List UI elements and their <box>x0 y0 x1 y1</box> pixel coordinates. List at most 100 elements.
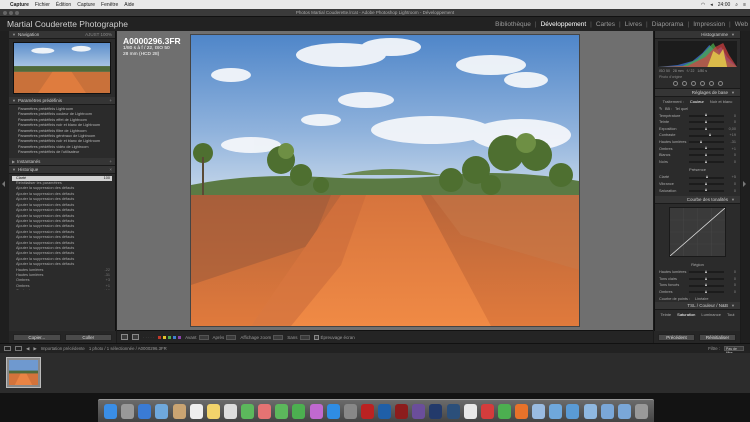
module-cartes[interactable]: Cartes <box>596 21 615 28</box>
color-label-red[interactable] <box>158 335 162 339</box>
slider-knob[interactable] <box>705 113 707 117</box>
before-dropdown[interactable] <box>198 334 209 340</box>
dock-item[interactable] <box>549 403 563 419</box>
slider-track[interactable] <box>689 289 724 294</box>
add-preset-icon[interactable]: + <box>109 98 112 103</box>
search-icon[interactable]: ⌕ <box>735 2 738 8</box>
menu-edition[interactable]: Édition <box>56 2 71 8</box>
dock-item[interactable] <box>532 403 546 419</box>
dock-item[interactable] <box>275 403 289 419</box>
menu-fenetre[interactable]: Fenêtre <box>101 2 118 8</box>
module-bibliotheque[interactable]: Bibliothèque <box>495 21 531 28</box>
module-impression[interactable]: Impression <box>693 21 725 28</box>
menu-capture[interactable]: Capture <box>77 2 95 8</box>
filmstrip-source[interactable]: Importation précédente <box>41 346 85 351</box>
slider-value[interactable]: +1 <box>726 147 736 152</box>
nav-forward-icon[interactable]: ▶ <box>33 346 36 352</box>
right-panel-toggle[interactable] <box>741 31 750 343</box>
menu-fichier[interactable]: Fichier <box>35 2 50 8</box>
slider-track[interactable] <box>689 119 724 124</box>
dock-item[interactable] <box>360 403 374 419</box>
before-after-view-icon[interactable] <box>132 334 139 340</box>
menu-aide[interactable]: Aide <box>124 2 134 8</box>
dock-item[interactable] <box>343 403 357 419</box>
slider-track[interactable] <box>689 146 724 150</box>
slider-knob[interactable] <box>705 289 707 293</box>
white-balance-dropdown[interactable]: Tel quel <box>675 107 688 112</box>
slideshow-dropdown[interactable] <box>299 334 310 340</box>
navigator-zoom-options[interactable]: AJUST 100% <box>85 32 112 37</box>
slider-knob[interactable] <box>708 133 711 137</box>
preset-folder[interactable]: Paramètres prédéfinis de l'utilisateur <box>12 150 112 155</box>
rating-stars[interactable]: · · · · · <box>143 335 154 340</box>
dock-item[interactable] <box>497 403 511 419</box>
histogram-header[interactable]: Histogramme ▼ <box>655 31 740 39</box>
dock-item[interactable] <box>600 403 614 419</box>
filter-dropdown[interactable]: Pas de filtre <box>724 346 744 355</box>
dock-item[interactable] <box>617 403 631 419</box>
slider-value[interactable]: 0 <box>726 182 736 187</box>
color-label-yellow[interactable] <box>163 335 167 339</box>
slider-track[interactable] <box>689 139 724 144</box>
slider-knob[interactable] <box>706 175 709 179</box>
zoom-dropdown[interactable] <box>273 334 284 340</box>
slider-track[interactable] <box>689 283 724 287</box>
slider-knob[interactable] <box>705 283 707 287</box>
treatment-color[interactable]: Couleur <box>690 99 704 104</box>
slider-knob[interactable] <box>705 276 707 280</box>
navigator-header[interactable]: ▼ Navigation AJUST 100% <box>9 31 115 39</box>
identity-plate[interactable]: Martial Couderette Photographe <box>0 19 128 29</box>
dock-item[interactable] <box>446 403 460 419</box>
clock[interactable]: 24:00 <box>718 2 731 8</box>
wifi-icon[interactable]: ◠ <box>701 2 705 8</box>
dock-item[interactable] <box>480 403 494 419</box>
dock-item[interactable] <box>121 403 135 419</box>
dock-item[interactable] <box>172 403 186 419</box>
slider-knob[interactable] <box>699 139 702 143</box>
second-window-icon[interactable] <box>15 346 22 351</box>
filmstrip-thumbnail[interactable] <box>6 357 41 388</box>
dock-item[interactable] <box>326 403 340 419</box>
slider-value[interactable]: 0 <box>726 189 736 194</box>
dock-item[interactable] <box>463 403 477 419</box>
color-label-green[interactable] <box>168 335 172 339</box>
spot-removal-tool-icon[interactable] <box>681 81 687 86</box>
dock-item[interactable] <box>292 403 306 419</box>
adjustment-brush-icon[interactable] <box>717 81 723 86</box>
slider-track[interactable] <box>689 276 724 281</box>
preset-folder[interactable]: Paramètres prédéfinis noir et blanc de L… <box>12 123 112 128</box>
slider-track[interactable] <box>689 159 724 164</box>
presets-header[interactable]: ▼ Paramètres prédéfinis + <box>9 97 115 105</box>
copy-button[interactable]: Copier... <box>13 333 61 341</box>
dock-item[interactable] <box>412 403 426 419</box>
left-panel-toggle[interactable] <box>0 31 9 343</box>
dock-item[interactable] <box>155 403 169 419</box>
module-web[interactable]: Web <box>735 21 748 28</box>
crop-tool-icon[interactable] <box>672 81 678 86</box>
treatment-bw[interactable]: Noir et blanc <box>710 99 732 104</box>
menu-list-icon[interactable]: ≡ <box>743 2 746 8</box>
snapshots-header[interactable]: ▶ Instantanés + <box>9 157 115 166</box>
radial-filter-icon[interactable] <box>708 81 714 86</box>
dock-item[interactable] <box>104 403 118 419</box>
slider-value[interactable]: 0 <box>726 153 736 158</box>
module-diaporama[interactable]: Diaporama <box>652 21 684 28</box>
slider-knob[interactable] <box>705 152 707 156</box>
image-view[interactable]: A0000296.3FR 1/80 s à f / 22, ISO 50 28 … <box>117 31 653 330</box>
previous-button[interactable]: Précédent <box>658 333 695 341</box>
slider-value[interactable]: 0 <box>726 120 736 125</box>
basic-header[interactable]: Réglages de base ▼ <box>655 89 740 97</box>
slider-knob[interactable] <box>705 159 707 163</box>
color-label-blue[interactable] <box>173 335 177 339</box>
dock-item[interactable] <box>429 403 443 419</box>
slider-value[interactable]: 0,00 <box>726 127 736 132</box>
slider-knob[interactable] <box>705 146 707 150</box>
slider-value[interactable]: 0 <box>726 290 736 295</box>
module-livres[interactable]: Livres <box>625 21 642 28</box>
module-developpement[interactable]: Développement <box>541 21 587 28</box>
graduated-filter-icon[interactable] <box>699 81 705 86</box>
slider-value[interactable]: 0 <box>726 270 736 275</box>
main-photo[interactable] <box>191 35 579 326</box>
reset-button[interactable]: Réinitialiser <box>699 333 736 341</box>
slider-knob[interactable] <box>705 188 707 192</box>
